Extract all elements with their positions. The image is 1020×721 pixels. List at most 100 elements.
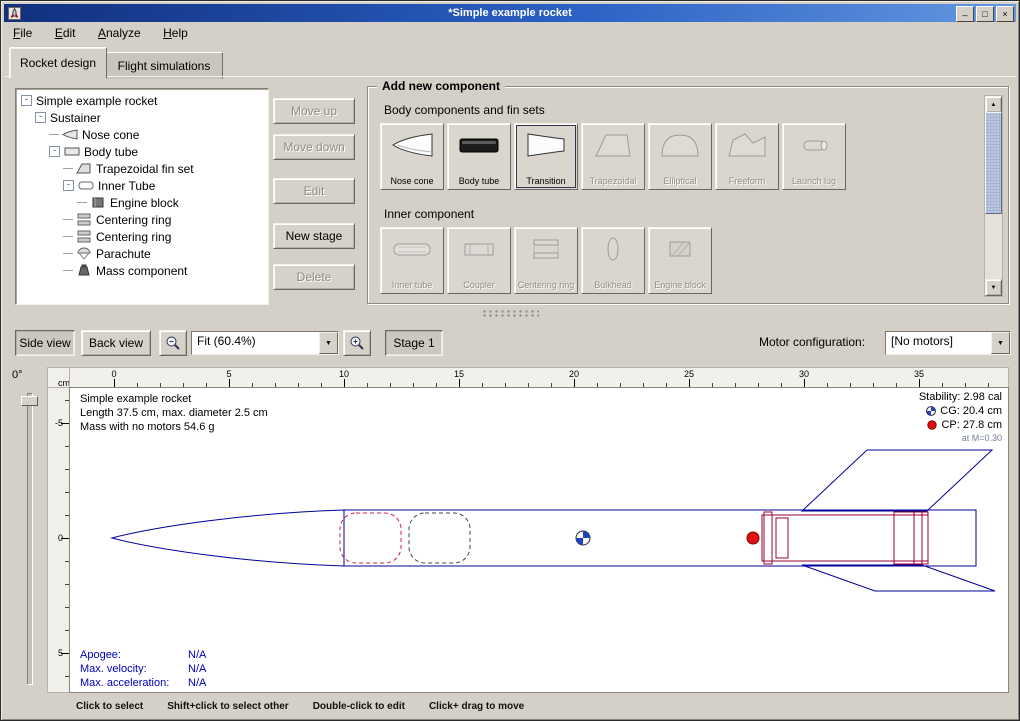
rotation-angle-label: 0° [12, 369, 23, 381]
max-acceleration-value: N/A [188, 677, 206, 689]
tree-item-fin-set[interactable]: Trapezoidal fin set [16, 160, 268, 177]
rocket-name-text: Simple example rocket [80, 393, 191, 405]
mass-component-shape[interactable] [409, 513, 470, 563]
tree-item-parachute[interactable]: Parachute [16, 245, 268, 262]
add-bulkhead-button: Bulkhead [581, 227, 645, 294]
maximize-icon: □ [982, 10, 987, 19]
tab-pane-border [4, 76, 1016, 77]
new-stage-button[interactable]: New stage [273, 223, 355, 249]
menu-help[interactable]: Help [154, 22, 197, 43]
add-transition-button[interactable]: Transition [514, 123, 578, 190]
zoom-out-button[interactable] [159, 330, 187, 356]
tree-item-centering-ring-2[interactable]: Centering ring [16, 228, 268, 245]
hint-click-drag: Click+ drag to move [429, 701, 524, 712]
add-body-tube-button[interactable]: Body tube [447, 123, 511, 190]
back-view-button[interactable]: Back view [81, 330, 151, 356]
edit-button: Edit [273, 178, 355, 204]
add-coupler-button: Coupler [447, 227, 511, 294]
vertical-ruler: -5 0 5 [47, 387, 71, 693]
body-tube-icon [64, 145, 80, 158]
hint-double-click: Double-click to edit [313, 701, 405, 712]
inner-tube-shape[interactable] [762, 515, 928, 561]
arrow-up-icon: ▲ [991, 102, 997, 108]
parachute-shape[interactable] [340, 513, 401, 563]
parachute-icon [76, 247, 92, 260]
splitter-handle[interactable] [483, 310, 539, 318]
arrow-down-icon: ▼ [991, 285, 997, 291]
collapse-icon[interactable]: - [63, 180, 74, 191]
menu-file[interactable]: File [4, 22, 41, 43]
hint-click-select: Click to select [76, 701, 143, 712]
fin-top-shape[interactable] [802, 450, 992, 511]
aft-ring-shape[interactable] [894, 512, 928, 564]
component-panel-scrollbar[interactable]: ▲ ▼ [984, 95, 1003, 297]
zoom-in-button[interactable] [343, 330, 371, 356]
elliptical-fin-icon [658, 130, 702, 160]
nose-cone-icon [390, 130, 434, 160]
cg-legend: CG: 20.4 cm [926, 405, 1002, 417]
add-launch-lug-button: Launch lug [782, 123, 846, 190]
rocket-canvas[interactable]: Simple example rocket Length 37.5 cm, ma… [69, 387, 1009, 693]
status-bar: Click to select Shift+click to select ot… [4, 694, 1016, 718]
rocket-mass-text: Mass with no motors 54.6 g [80, 421, 215, 433]
max-velocity-value: N/A [188, 663, 206, 675]
body-tube-shape[interactable] [344, 510, 976, 566]
side-view-button[interactable]: Side view [15, 330, 75, 356]
menu-edit[interactable]: Edit [46, 22, 85, 43]
window-title: *Simple example rocket [4, 7, 1016, 19]
tree-item-engine-block[interactable]: Engine block [16, 194, 268, 211]
close-button[interactable]: × [996, 6, 1014, 22]
tree-item-centering-ring-1[interactable]: Centering ring [16, 211, 268, 228]
add-engine-block-button: Engine block [648, 227, 712, 294]
centering-ring-shape[interactable] [764, 512, 772, 564]
engine-block-icon [90, 196, 106, 209]
scroll-down-button[interactable]: ▼ [985, 279, 1002, 296]
delete-button: Delete [273, 264, 355, 290]
collapse-icon[interactable]: - [49, 146, 60, 157]
tree-item-nose-cone[interactable]: Nose cone [16, 126, 268, 143]
fin-bottom-shape[interactable] [802, 565, 995, 591]
collapse-icon[interactable]: - [21, 95, 32, 106]
tree-item-sustainer[interactable]: - Sustainer [16, 109, 268, 126]
maximize-button[interactable]: □ [976, 6, 994, 22]
move-up-button: Move up [273, 98, 355, 124]
move-down-button: Move down [273, 134, 355, 160]
rocket-diagram[interactable] [70, 388, 1008, 692]
menu-analyze[interactable]: Analyze [89, 22, 150, 43]
nose-cone-shape[interactable] [112, 510, 344, 566]
coupler-icon [457, 234, 501, 264]
title-bar[interactable]: *Simple example rocket _ □ × [4, 4, 1016, 22]
inner-section-label: Inner component [384, 207, 474, 221]
tree-item-body-tube[interactable]: - Body tube [16, 143, 268, 160]
chevron-down-icon: ▼ [991, 332, 1010, 354]
max-velocity-label: Max. velocity: [80, 663, 147, 675]
freeform-fin-icon [725, 130, 769, 160]
inner-tube-assembly[interactable] [762, 512, 928, 564]
add-component-title: Add new component [377, 79, 505, 93]
zoom-level-select[interactable]: Fit (60.4%) ▼ [191, 331, 339, 355]
scroll-up-button[interactable]: ▲ [985, 96, 1002, 113]
add-elliptical-fin-button: Elliptical [648, 123, 712, 190]
apogee-value: N/A [188, 649, 206, 661]
tree-item-rocket[interactable]: - Simple example rocket [16, 92, 268, 109]
engine-block-shape[interactable] [776, 518, 788, 558]
rotation-slider-track[interactable] [27, 393, 33, 685]
openrocket-window: *Simple example rocket _ □ × File Edit A… [0, 0, 1020, 721]
motor-configuration-select[interactable]: [No motors] ▼ [885, 331, 1011, 355]
minimize-button[interactable]: _ [956, 6, 974, 22]
scrollbar-thumb[interactable] [985, 112, 1002, 214]
add-centering-ring-button: Centering ring [514, 227, 578, 294]
mach-text: at M=0.30 [962, 433, 1002, 443]
tab-flight-simulations[interactable]: Flight simulations [105, 52, 223, 79]
tree-item-mass-component[interactable]: Mass component [16, 262, 268, 279]
horizontal-ruler: 0 5 10 15 20 25 30 35 [69, 367, 1009, 389]
add-nose-cone-button[interactable]: Nose cone [380, 123, 444, 190]
tab-rocket-design[interactable]: Rocket design [9, 47, 107, 79]
rotation-slider-thumb[interactable] [21, 396, 38, 406]
stage-1-toggle[interactable]: Stage 1 [385, 330, 443, 356]
inner-tube-icon [78, 179, 94, 192]
tree-item-inner-tube[interactable]: - Inner Tube [16, 177, 268, 194]
centering-ring-icon [76, 213, 92, 226]
add-trapezoidal-fin-button: Trapezoidal [581, 123, 645, 190]
collapse-icon[interactable]: - [35, 112, 46, 123]
